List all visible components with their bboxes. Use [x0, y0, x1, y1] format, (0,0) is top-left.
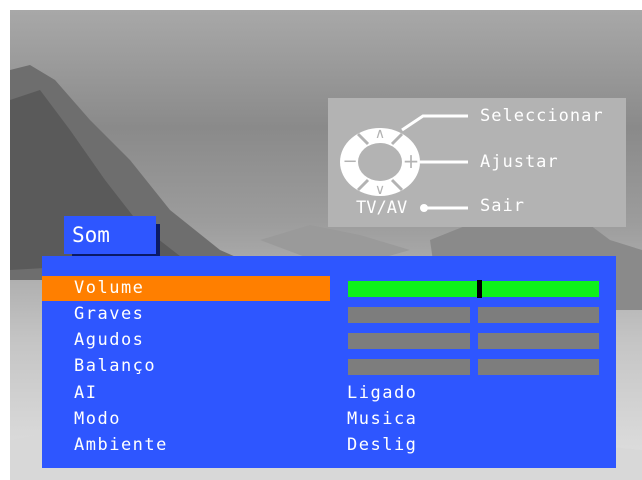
sound-menu: Volume Graves Agudos Balanço AI Ligado M… [42, 256, 616, 468]
menu-item-volume[interactable]: Volume [42, 276, 330, 301]
menu-item-label: Ambiente [74, 435, 168, 455]
remote-help-panel: ∧ ∨ − + Seleccionar Ajustar Sair TV/AV [328, 98, 626, 227]
select-hint-label: Seleccionar [480, 106, 604, 126]
menu-item-label: Balanço [74, 356, 157, 376]
plus-icon: + [403, 149, 420, 173]
graves-level-bar[interactable] [348, 307, 599, 323]
up-arrow-icon: ∧ [375, 126, 385, 142]
menu-title-box: Som [64, 216, 156, 254]
menu-item-label: AI [74, 383, 98, 403]
minus-icon: − [342, 151, 357, 172]
menu-item-graves[interactable]: Graves [42, 302, 330, 327]
menu-item-label: Agudos [74, 330, 145, 350]
agudos-level-bar[interactable] [348, 333, 599, 349]
tvav-button-label: TV/AV [356, 198, 408, 218]
menu-item-modo[interactable]: Modo [42, 407, 330, 432]
menu-item-ai[interactable]: AI [42, 381, 330, 406]
volume-level-marker [477, 280, 482, 298]
menu-item-ambiente[interactable]: Ambiente [42, 433, 330, 458]
ai-value: Ligado [347, 383, 418, 403]
menu-item-balanco[interactable]: Balanço [42, 354, 330, 379]
balanco-level-bar[interactable] [348, 359, 599, 375]
exit-hint-label: Sair [480, 196, 525, 216]
down-arrow-icon: ∨ [375, 182, 385, 198]
menu-item-label: Modo [74, 409, 121, 429]
menu-item-label: Graves [74, 304, 145, 324]
menu-title: Som [72, 223, 110, 247]
menu-item-agudos[interactable]: Agudos [42, 328, 330, 353]
modo-value: Musica [347, 409, 418, 429]
menu-item-label: Volume [74, 278, 145, 298]
ambiente-value: Deslig [347, 435, 418, 455]
volume-level-bar[interactable] [348, 280, 599, 298]
adjust-hint-label: Ajustar [480, 152, 559, 172]
